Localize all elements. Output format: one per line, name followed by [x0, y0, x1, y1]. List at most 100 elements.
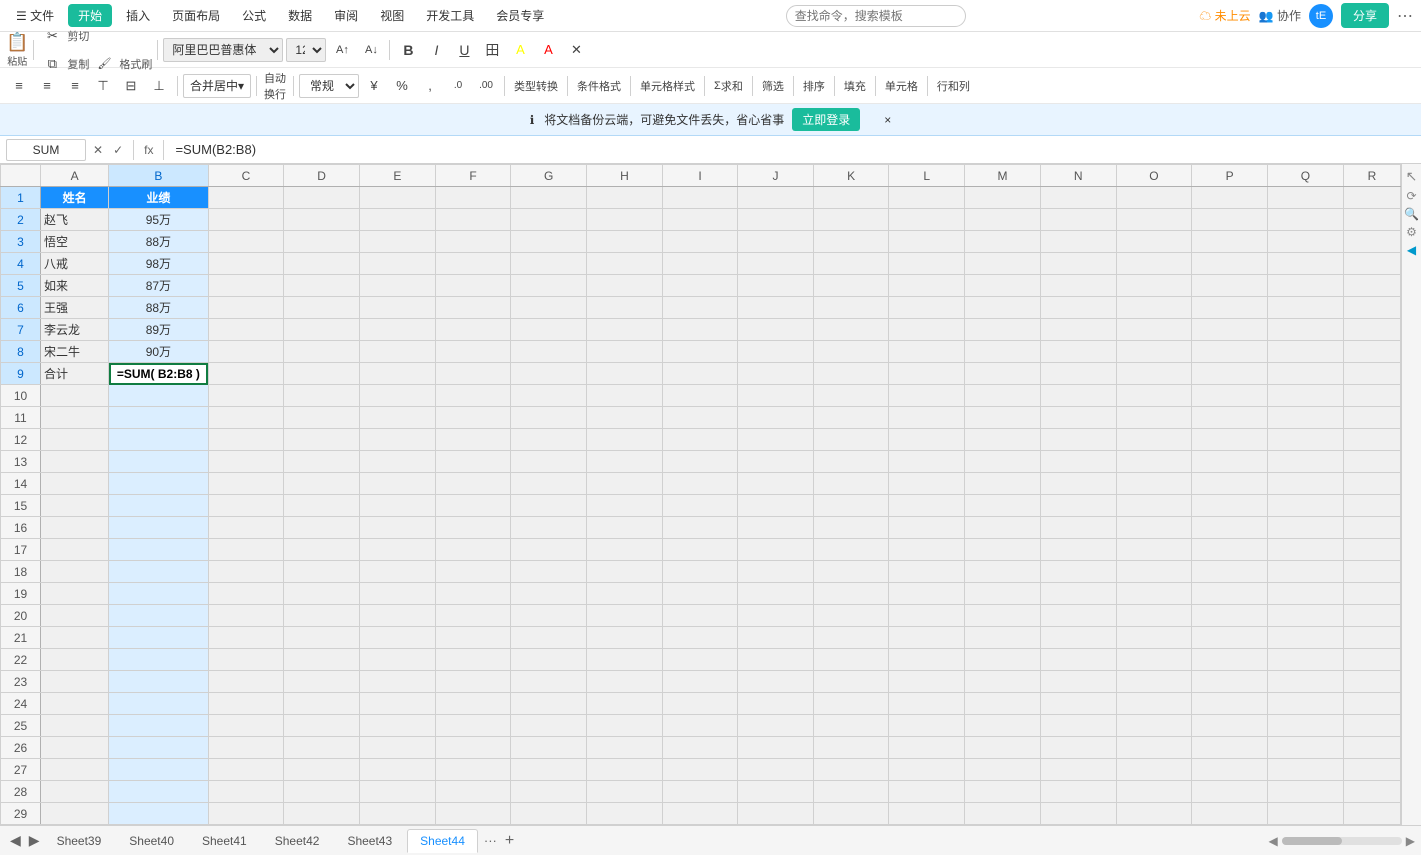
cell[interactable]: [435, 297, 511, 319]
row-header-19[interactable]: 19: [1, 583, 41, 605]
sort-button[interactable]: 排序: [799, 73, 829, 99]
cell[interactable]: [41, 495, 109, 517]
cell[interactable]: [587, 803, 663, 825]
cell[interactable]: [360, 209, 436, 231]
cell[interactable]: [738, 341, 814, 363]
cell[interactable]: [1116, 781, 1192, 803]
cell[interactable]: [1268, 649, 1344, 671]
cell[interactable]: [587, 583, 663, 605]
cell[interactable]: [1116, 209, 1192, 231]
sheet-tab-sheet44[interactable]: Sheet44: [407, 829, 478, 853]
cell[interactable]: [1192, 253, 1268, 275]
cell[interactable]: [965, 627, 1041, 649]
cell[interactable]: [1192, 385, 1268, 407]
cell[interactable]: [965, 803, 1041, 825]
cell[interactable]: [587, 737, 663, 759]
fx-icon[interactable]: fx: [141, 143, 156, 157]
cell[interactable]: [109, 495, 208, 517]
cell[interactable]: [738, 429, 814, 451]
cell[interactable]: [965, 385, 1041, 407]
cell[interactable]: [889, 495, 965, 517]
cell[interactable]: [208, 473, 284, 495]
cell[interactable]: [965, 451, 1041, 473]
cell[interactable]: [435, 803, 511, 825]
cell[interactable]: [1040, 297, 1116, 319]
cell[interactable]: [738, 539, 814, 561]
cell[interactable]: [1268, 473, 1344, 495]
col-header-C[interactable]: C: [208, 165, 284, 187]
menu-data[interactable]: 数据: [280, 3, 320, 28]
cell[interactable]: [1343, 539, 1400, 561]
cell[interactable]: [435, 781, 511, 803]
row-header-1[interactable]: 1: [1, 187, 41, 209]
cell[interactable]: [208, 693, 284, 715]
cell[interactable]: [435, 627, 511, 649]
cell[interactable]: [284, 715, 360, 737]
cell[interactable]: [1116, 473, 1192, 495]
cell[interactable]: [208, 319, 284, 341]
cell[interactable]: [662, 759, 737, 781]
cell[interactable]: [1343, 319, 1400, 341]
percent-button[interactable]: %: [389, 73, 415, 99]
menu-review[interactable]: 审阅: [326, 3, 366, 28]
cell[interactable]: [360, 319, 436, 341]
cell[interactable]: [1268, 539, 1344, 561]
cell[interactable]: [1116, 451, 1192, 473]
cell[interactable]: [41, 627, 109, 649]
row-header-26[interactable]: 26: [1, 737, 41, 759]
cell[interactable]: [1192, 231, 1268, 253]
cell[interactable]: [1192, 693, 1268, 715]
cell[interactable]: [360, 341, 436, 363]
cell[interactable]: [284, 231, 360, 253]
cell[interactable]: [738, 605, 814, 627]
cell[interactable]: [435, 561, 511, 583]
cell[interactable]: [1040, 517, 1116, 539]
cell[interactable]: [662, 605, 737, 627]
cell[interactable]: [1116, 275, 1192, 297]
cell[interactable]: =SUM( B2:B8 ): [109, 363, 208, 385]
cell[interactable]: [109, 627, 208, 649]
cell[interactable]: [738, 693, 814, 715]
cell[interactable]: [1192, 319, 1268, 341]
cell[interactable]: [965, 231, 1041, 253]
row-header-6[interactable]: 6: [1, 297, 41, 319]
cell[interactable]: [208, 671, 284, 693]
cell[interactable]: [813, 253, 889, 275]
cell[interactable]: [813, 759, 889, 781]
sheet-tab-sheet41[interactable]: Sheet41: [189, 829, 260, 852]
cell[interactable]: [1040, 803, 1116, 825]
cell[interactable]: [511, 253, 587, 275]
cell[interactable]: [1192, 297, 1268, 319]
cell[interactable]: [284, 561, 360, 583]
cell[interactable]: [41, 605, 109, 627]
italic-button[interactable]: I: [423, 37, 449, 63]
cell[interactable]: [1040, 385, 1116, 407]
cell[interactable]: [1116, 517, 1192, 539]
cell[interactable]: [284, 209, 360, 231]
cell[interactable]: [208, 517, 284, 539]
font-color-button[interactable]: A: [535, 37, 561, 63]
cell[interactable]: [1116, 759, 1192, 781]
cell[interactable]: [360, 231, 436, 253]
cell[interactable]: [284, 187, 360, 209]
close-notification-button[interactable]: ×: [884, 113, 891, 127]
cell[interactable]: 89万: [109, 319, 208, 341]
row-header-22[interactable]: 22: [1, 649, 41, 671]
cell[interactable]: [208, 253, 284, 275]
font-size-dec-button[interactable]: A↓: [358, 37, 384, 63]
cell[interactable]: [965, 253, 1041, 275]
cell[interactable]: [360, 605, 436, 627]
cell[interactable]: [511, 517, 587, 539]
cell[interactable]: [889, 363, 965, 385]
sidebar-collapse-icon[interactable]: ◀: [1407, 243, 1416, 257]
cell[interactable]: [1343, 781, 1400, 803]
cell[interactable]: [511, 341, 587, 363]
cell[interactable]: [109, 605, 208, 627]
font-name-select[interactable]: 阿里巴巴普惠体: [163, 38, 283, 62]
row-header-20[interactable]: 20: [1, 605, 41, 627]
cell[interactable]: [1343, 495, 1400, 517]
cell[interactable]: [965, 363, 1041, 385]
cell[interactable]: [1343, 649, 1400, 671]
cell[interactable]: [662, 649, 737, 671]
cell[interactable]: [889, 253, 965, 275]
